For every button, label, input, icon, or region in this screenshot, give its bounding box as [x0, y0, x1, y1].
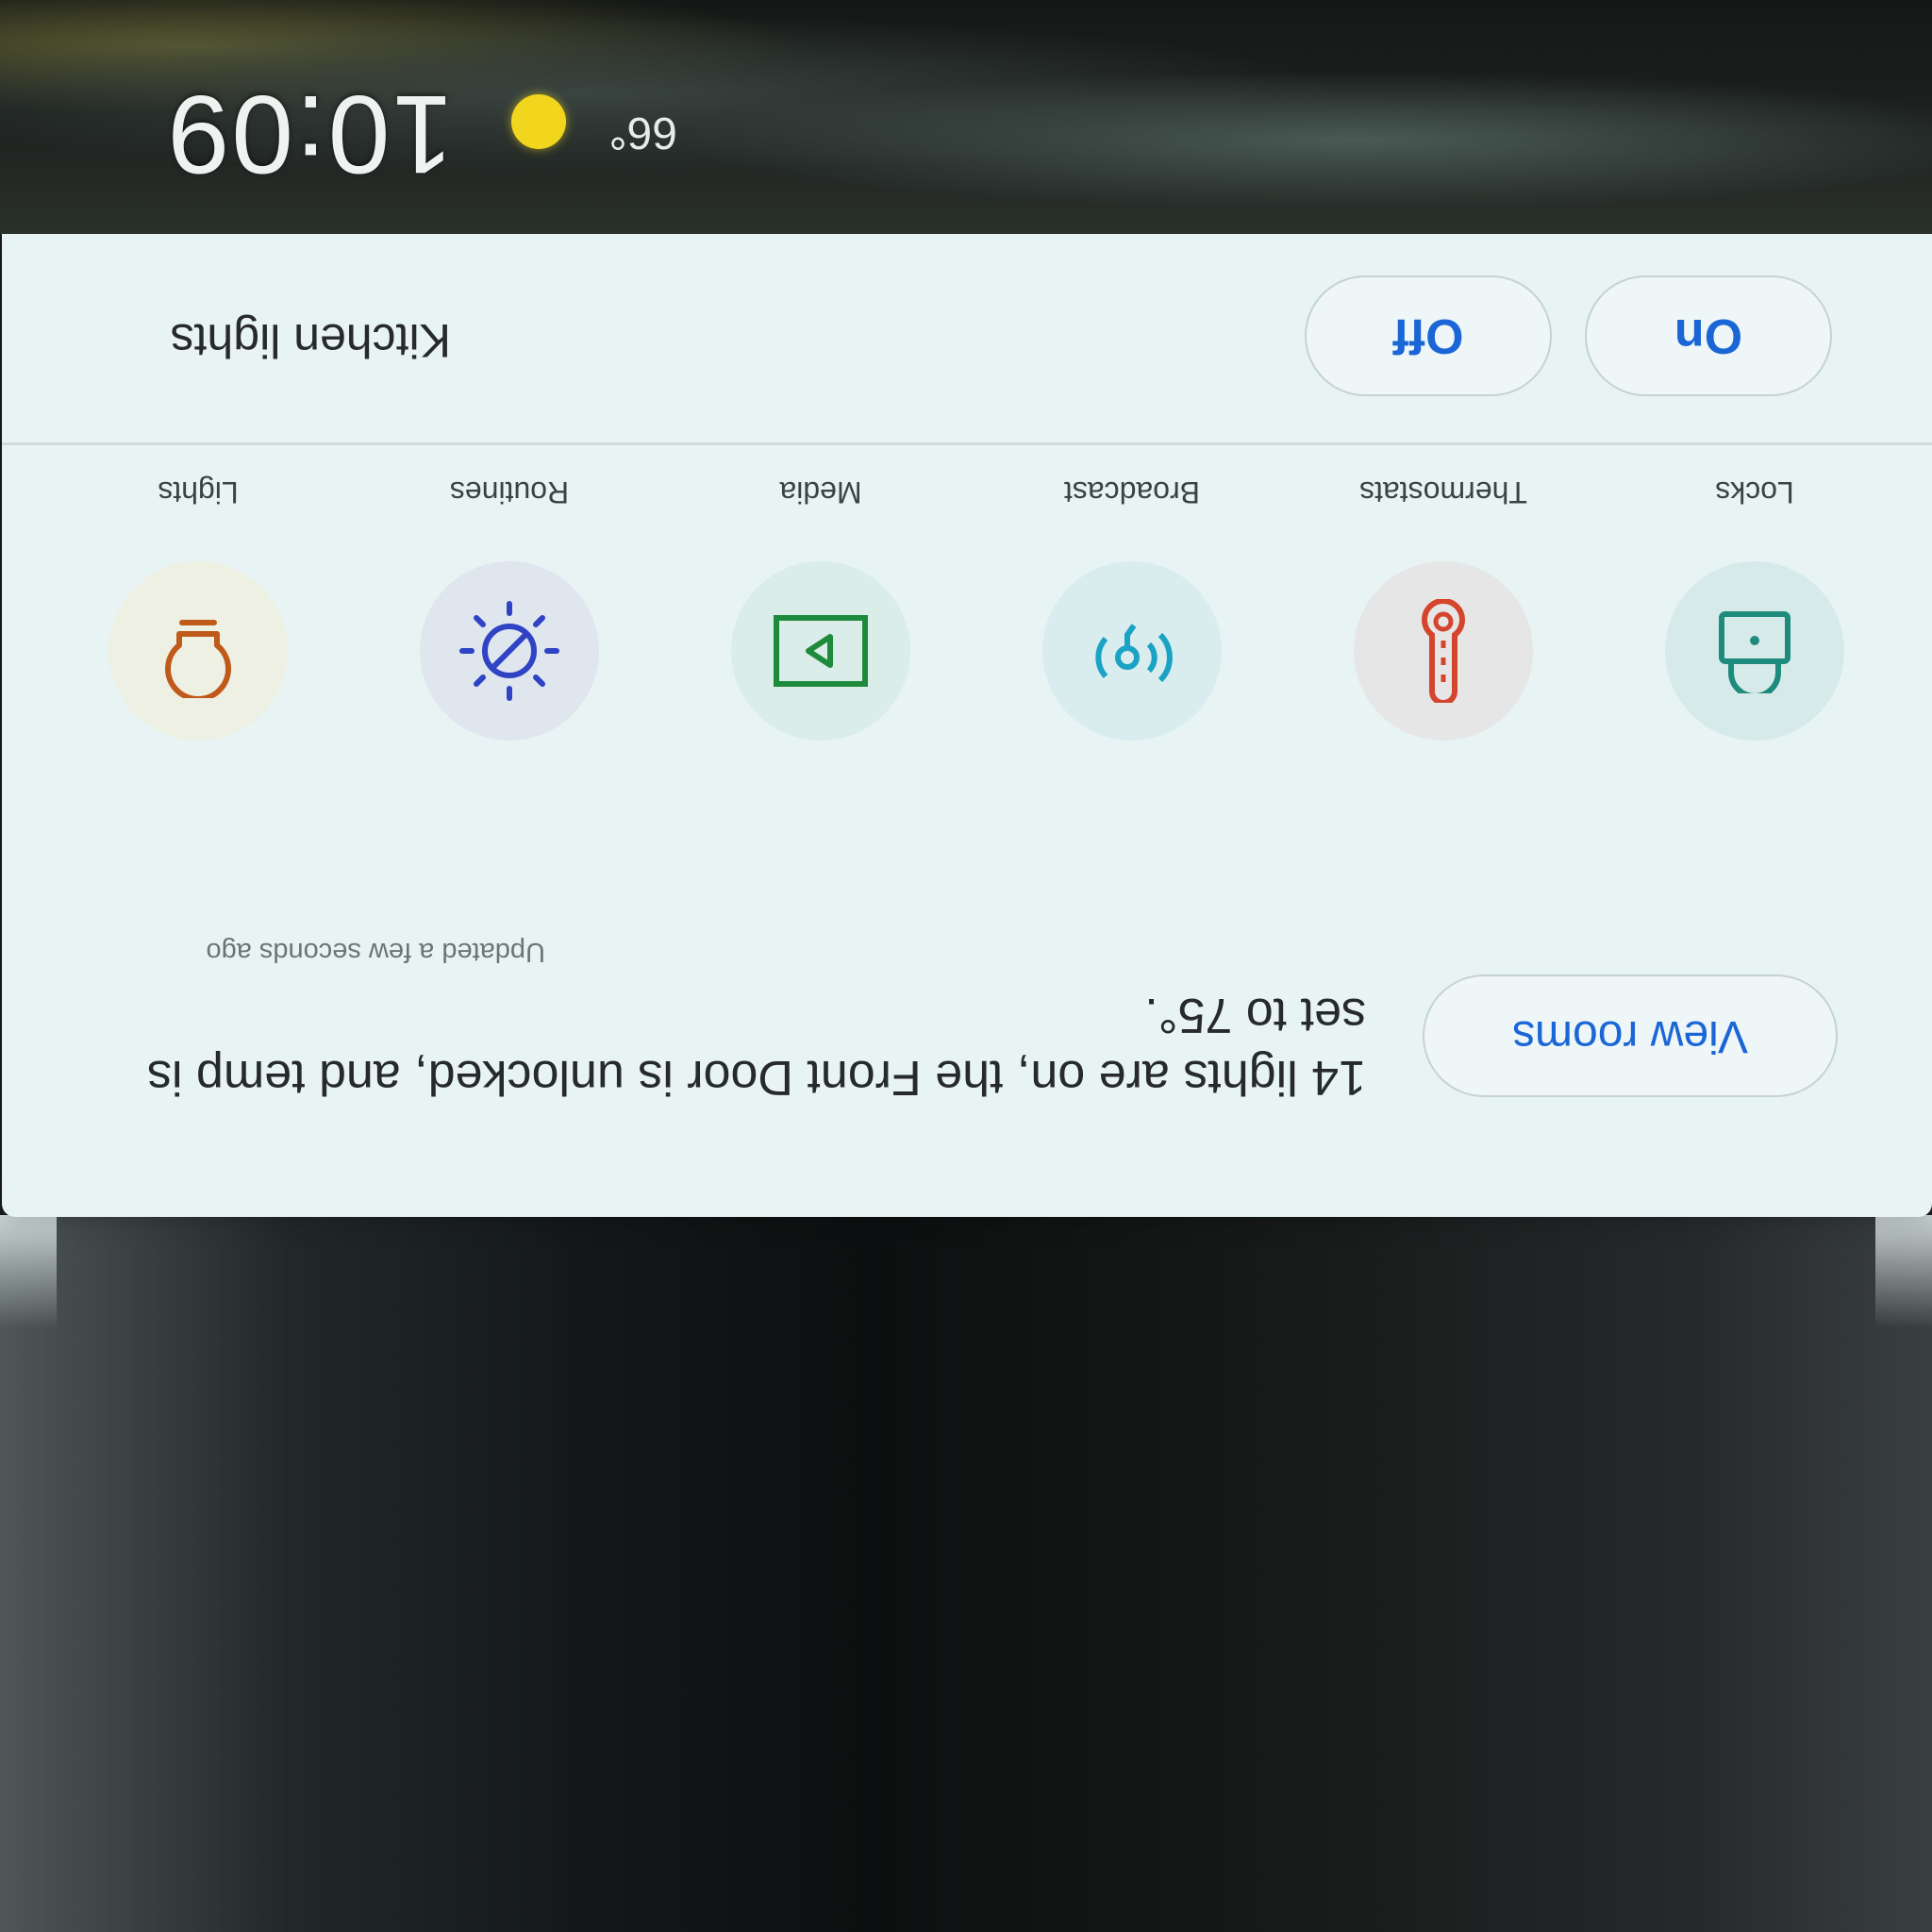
- category-label: Routines: [449, 475, 570, 509]
- category-label: Broadcast: [1063, 475, 1201, 509]
- thermostats-icon-circle: [1354, 561, 1533, 741]
- clock-time: 10:09: [165, 72, 454, 196]
- broadcast-icon-circle: [1042, 561, 1222, 741]
- thermometer-icon: [1422, 599, 1465, 703]
- device-edge-highlight: [1875, 1215, 1932, 1328]
- view-rooms-button[interactable]: View rooms: [1423, 974, 1838, 1097]
- broadcast-icon: [1095, 624, 1173, 683]
- category-tile-lights[interactable]: Lights: [104, 475, 292, 741]
- lights-icon-circle: [108, 561, 288, 741]
- routines-icon-circle: [420, 561, 599, 741]
- category-tile-routines[interactable]: Routines: [415, 475, 604, 741]
- divider: [2, 442, 1932, 445]
- category-label: Locks: [1715, 475, 1794, 509]
- kitchen-lights-on-button[interactable]: On: [1585, 275, 1832, 396]
- category-label: Media: [779, 475, 862, 509]
- device-edge-highlight: [0, 1215, 57, 1328]
- last-updated-text: Updated a few seconds ago: [206, 937, 545, 967]
- category-tile-media[interactable]: Media: [726, 475, 915, 741]
- routine-sun-icon: [459, 601, 559, 701]
- play-icon: [774, 615, 868, 687]
- lock-icon: [1719, 611, 1790, 693]
- lightbulb-icon: [165, 620, 231, 698]
- media-icon-circle: [731, 561, 910, 741]
- kitchen-lights-off-button[interactable]: Off: [1305, 275, 1552, 396]
- category-label: Thermostats: [1359, 475, 1527, 509]
- category-tile-broadcast[interactable]: Broadcast: [1038, 475, 1226, 741]
- device-body: [0, 1215, 1932, 1932]
- category-label: Lights: [158, 475, 239, 509]
- home-control-card: 14 lights are on, the Front Door is unlo…: [2, 217, 1932, 1217]
- category-tile-thermostats[interactable]: Thermostats: [1349, 475, 1538, 741]
- sun-icon: [511, 94, 566, 149]
- weather-temperature: 66°: [608, 108, 677, 158]
- category-tile-locks[interactable]: Locks: [1660, 475, 1849, 741]
- smart-display-screen: 14 lights are on, the Front Door is unlo…: [0, 0, 1932, 1932]
- home-summary-text: 14 lights are on, the Front Door is unlo…: [146, 988, 1366, 1105]
- locks-icon-circle: [1665, 561, 1844, 741]
- kitchen-lights-label: Kitchen lights: [170, 314, 451, 367]
